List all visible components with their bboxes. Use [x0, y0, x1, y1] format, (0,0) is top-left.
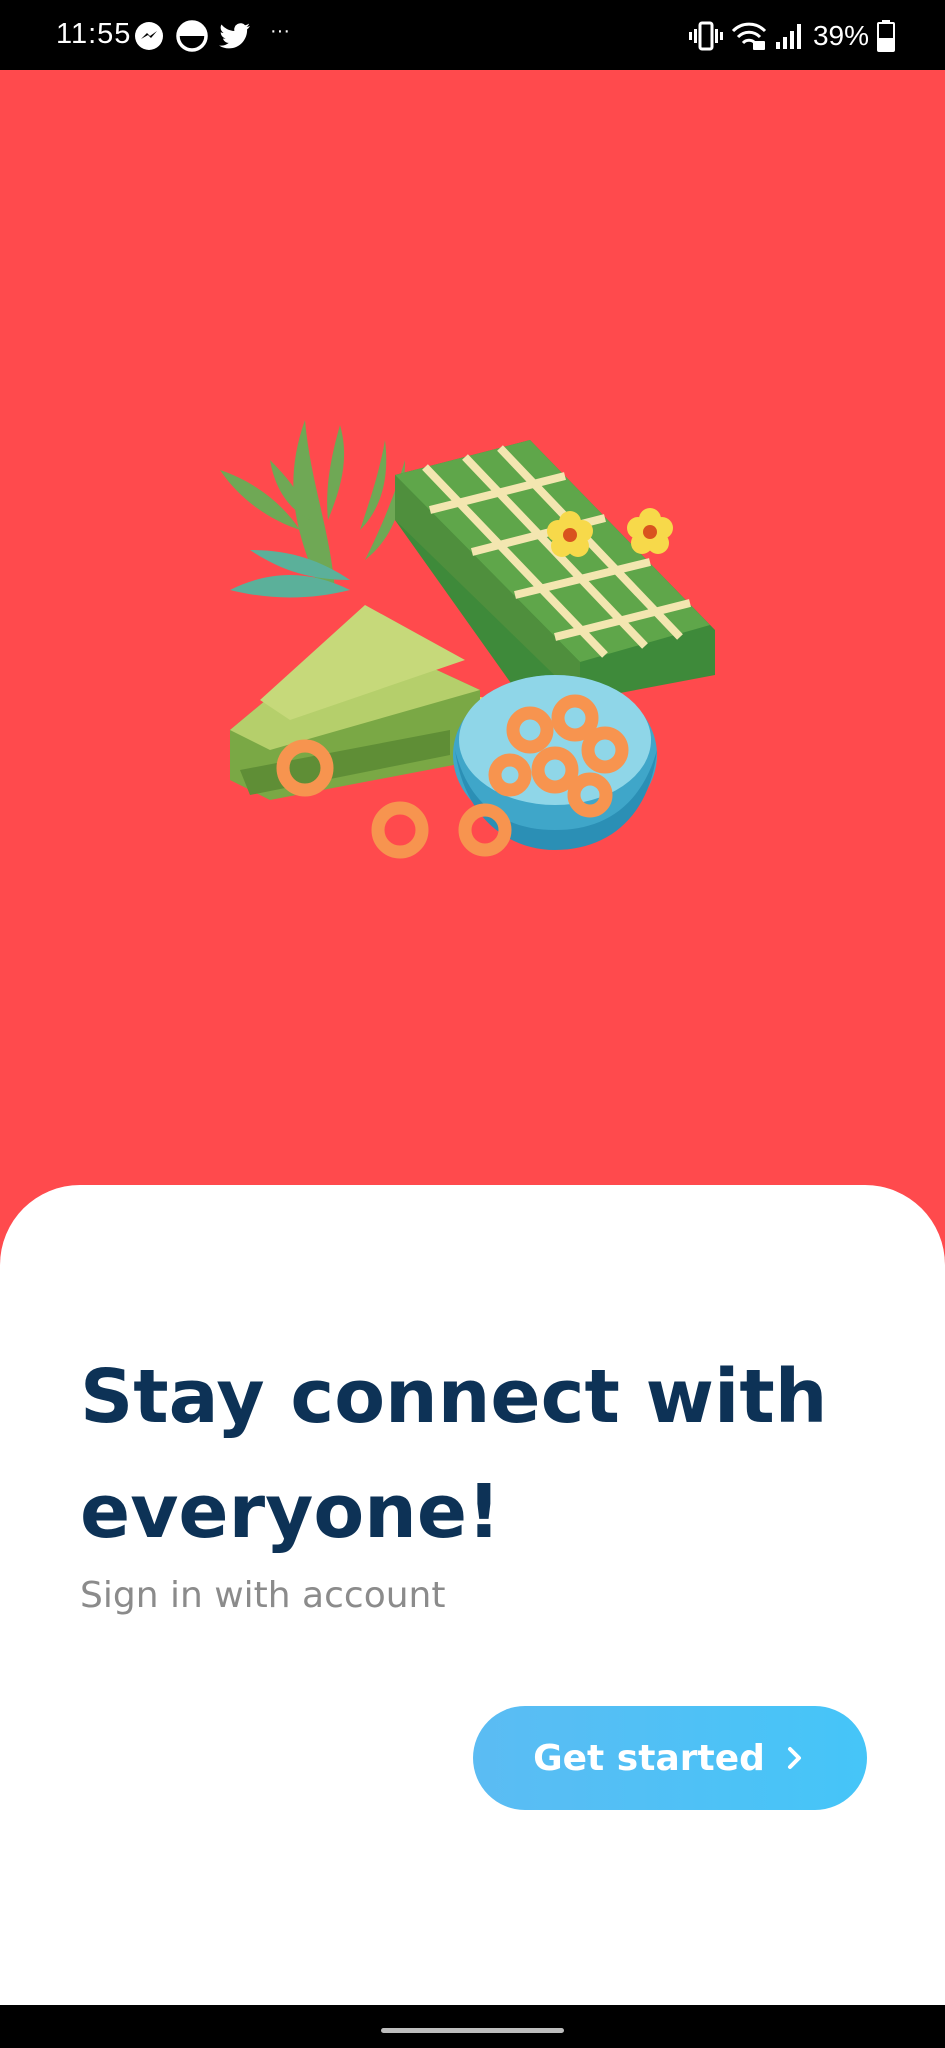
do-not-disturb-icon [176, 20, 208, 52]
get-started-button[interactable]: Get started [473, 1706, 867, 1810]
headline: Stay connect with everyone! [80, 1354, 828, 1555]
subtitle: Sign in with account [80, 1575, 446, 1616]
chevron-right-icon [787, 1747, 801, 1769]
battery-percent: 39% [812, 20, 869, 51]
bowl-icon [453, 675, 657, 850]
onboarding-screen: 11:55 ··· 39% Stay connect with everyone… [0, 0, 945, 2048]
get-started-label: Get started [533, 1737, 765, 1779]
status-time: 11:55 [56, 18, 132, 50]
green-cake-slices-icon [230, 605, 480, 800]
herb-leaves-icon [220, 420, 405, 598]
status-right-icons: 39% [688, 16, 895, 56]
home-gesture-handle[interactable] [381, 2028, 564, 2033]
navigation-bar [0, 2005, 945, 2048]
status-left-icons [133, 18, 251, 54]
battery-icon [877, 20, 895, 52]
food-illustration-icon [220, 420, 715, 859]
signal-icon [775, 24, 801, 49]
bottom-sheet: Stay connect with everyone! Sign in with… [0, 1185, 945, 2005]
vibrate-icon [688, 21, 723, 51]
messenger-icon [135, 22, 163, 50]
twitter-icon [219, 23, 250, 49]
status-bar: 11:55 ··· 39% [0, 0, 945, 70]
wifi-icon [731, 22, 767, 50]
more-notifications-indicator: ··· [270, 20, 290, 42]
square-rice-cake-icon [395, 440, 715, 710]
